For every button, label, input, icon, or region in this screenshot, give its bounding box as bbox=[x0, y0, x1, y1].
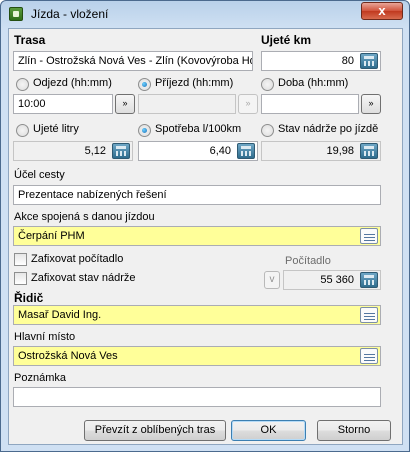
pocitadlo-v-button[interactable]: v bbox=[264, 271, 280, 289]
storno-button[interactable]: Storno bbox=[317, 420, 391, 441]
misto-list-icon[interactable] bbox=[360, 348, 378, 364]
poznamka-input[interactable] bbox=[13, 387, 381, 407]
pocitadlo-check-label: Zafixovat počítadlo bbox=[31, 253, 124, 265]
ridic-list-icon[interactable] bbox=[360, 307, 378, 323]
misto-label: Hlavní místo bbox=[14, 331, 76, 343]
akce-list-icon[interactable] bbox=[360, 228, 378, 244]
odjezd-step-button[interactable]: » bbox=[115, 94, 135, 114]
ucel-label: Účel cesty bbox=[14, 169, 65, 181]
spotreba-label: Spotřeba l/100km bbox=[155, 123, 242, 135]
odjezd-label: Odjezd (hh:mm) bbox=[33, 77, 112, 89]
stav-calculator-icon[interactable] bbox=[360, 143, 378, 159]
prijezd-label: Příjezd (hh:mm) bbox=[155, 77, 234, 89]
poznamka-label: Poznámka bbox=[14, 372, 66, 384]
ucel-input[interactable]: Prezentace nabízených řešení bbox=[13, 185, 381, 205]
km-calculator-icon[interactable] bbox=[360, 53, 378, 69]
stav-label: Stav nádrže po jízdě bbox=[278, 123, 379, 135]
stav-radio[interactable] bbox=[261, 124, 274, 137]
misto-input[interactable]: Ostrožská Nová Ves bbox=[13, 346, 381, 366]
litry-label: Ujeté litry bbox=[33, 123, 79, 135]
dialog-window: Jízda - vložení x Trasa Zlín - Ostrožská… bbox=[0, 0, 410, 452]
pocitadlo-label: Počítadlo bbox=[285, 255, 331, 267]
prijezd-step-button[interactable]: » bbox=[238, 94, 258, 114]
pocitadlo-calculator-icon[interactable] bbox=[360, 272, 378, 288]
odjezd-input[interactable]: 10:00 bbox=[13, 94, 113, 114]
prijezd-input[interactable] bbox=[138, 94, 236, 114]
doba-radio[interactable] bbox=[261, 78, 274, 91]
pocitadlo-checkbox[interactable] bbox=[14, 253, 27, 266]
litry-calculator-icon[interactable] bbox=[112, 143, 130, 159]
prijezd-radio[interactable] bbox=[138, 78, 151, 91]
spotreba-radio[interactable] bbox=[138, 124, 151, 137]
nadrz-checkbox[interactable] bbox=[14, 272, 27, 285]
ridic-input[interactable]: Masař David Ing. bbox=[13, 305, 381, 325]
doba-input[interactable] bbox=[261, 94, 359, 114]
doba-label: Doba (hh:mm) bbox=[278, 77, 349, 89]
akce-input[interactable]: Čerpání PHM bbox=[13, 226, 381, 246]
ok-button[interactable]: OK bbox=[231, 420, 306, 441]
window-title: Jízda - vložení bbox=[31, 7, 109, 21]
dialog-body: Trasa Zlín - Ostrožská Nová Ves - Zlín (… bbox=[8, 28, 403, 445]
prevzit-button[interactable]: Převzít z oblíbených tras bbox=[84, 420, 226, 441]
trasa-label: Trasa bbox=[14, 33, 46, 47]
trasa-input[interactable]: Zlín - Ostrožská Nová Ves - Zlín (Kovový… bbox=[13, 51, 253, 71]
spotreba-calculator-icon[interactable] bbox=[237, 143, 255, 159]
doba-step-button[interactable]: » bbox=[361, 94, 381, 114]
close-button[interactable]: x bbox=[361, 2, 403, 20]
akce-label: Akce spojená s danou jízdou bbox=[14, 211, 155, 223]
litry-radio[interactable] bbox=[16, 124, 29, 137]
km-label: Ujeté km bbox=[261, 33, 312, 47]
nadrz-check-label: Zafixovat stav nádrže bbox=[31, 272, 136, 284]
ridic-label: Řidič bbox=[14, 291, 44, 305]
app-icon bbox=[9, 7, 23, 21]
odjezd-radio[interactable] bbox=[16, 78, 29, 91]
title-bar[interactable]: Jízda - vložení x bbox=[1, 1, 409, 27]
